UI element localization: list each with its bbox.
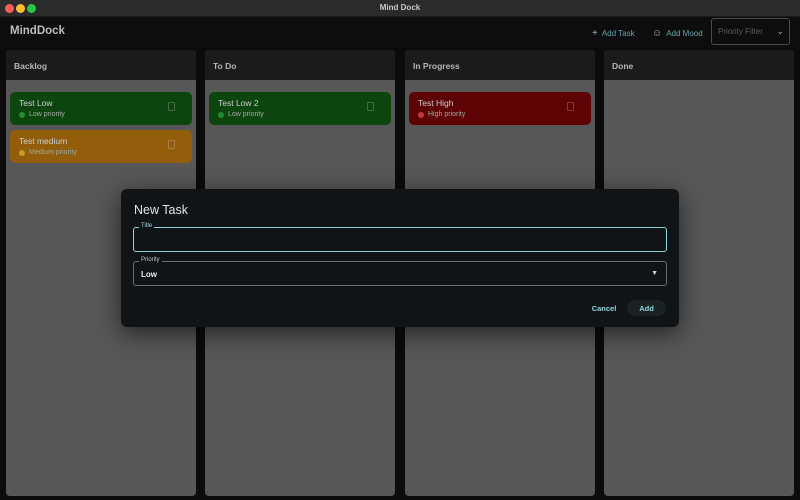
add-button[interactable]: Add bbox=[627, 300, 666, 316]
dropdown-arrow-icon: ▼ bbox=[651, 270, 658, 277]
title-bar: Mind Dock bbox=[0, 0, 800, 17]
dialog-title: New Task bbox=[134, 203, 188, 217]
priority-field-label: Priority bbox=[139, 257, 162, 263]
priority-select[interactable]: Priority Low ▼ bbox=[133, 257, 667, 286]
window-title: Mind Dock bbox=[379, 3, 421, 12]
app-window: Mind Dock MindDock + Add Task ☺ Add Mood… bbox=[0, 0, 800, 500]
cancel-button[interactable]: Cancel bbox=[586, 300, 622, 316]
new-task-dialog: New Task Title Priority Low ▼ Cancel Add bbox=[121, 189, 679, 327]
title-field-label: Title bbox=[139, 223, 155, 229]
priority-selected-value: Low bbox=[141, 270, 157, 279]
task-title-input[interactable]: Title bbox=[133, 223, 667, 252]
